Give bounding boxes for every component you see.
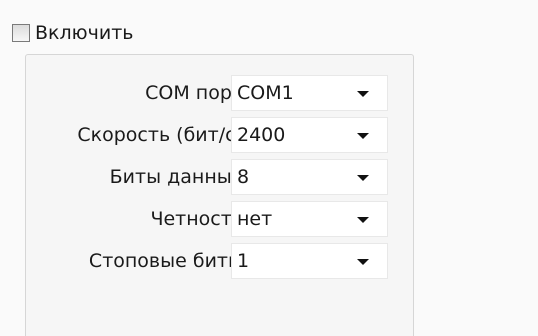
com-port-select[interactable]: COM1	[231, 75, 388, 111]
com-port-label: COM порт	[145, 82, 243, 104]
enable-checkbox[interactable]	[12, 24, 30, 42]
stop-bits-select[interactable]: 1	[231, 243, 388, 279]
data-bits-label: Биты данных	[109, 166, 243, 188]
chevron-down-icon[interactable]	[357, 217, 369, 223]
enable-label[interactable]: Включить	[35, 22, 134, 44]
row-data-bits: Биты данных 8	[26, 159, 413, 195]
row-baud-rate: Скорость (бит/с) 2400	[26, 117, 413, 153]
stop-bits-value: 1	[237, 250, 250, 272]
baud-rate-select[interactable]: 2400	[231, 117, 388, 153]
parity-value: нет	[237, 208, 273, 230]
enable-checkbox-row[interactable]: Включить	[12, 22, 134, 44]
com-port-value: COM1	[237, 82, 294, 104]
row-stop-bits: Стоповые биты 1	[26, 243, 413, 279]
chevron-down-icon[interactable]	[357, 133, 369, 139]
baud-rate-value: 2400	[237, 124, 286, 146]
baud-rate-label: Скорость (бит/с)	[77, 124, 243, 146]
parity-select[interactable]: нет	[231, 201, 388, 237]
parity-label: Четность	[150, 208, 243, 230]
data-bits-select[interactable]: 8	[231, 159, 388, 195]
chevron-down-icon[interactable]	[357, 259, 369, 265]
data-bits-value: 8	[237, 166, 250, 188]
chevron-down-icon[interactable]	[357, 175, 369, 181]
serial-settings-group: COM порт COM1 Скорость (бит/с) 2400 Биты…	[25, 54, 414, 336]
row-parity: Четность нет	[26, 201, 413, 237]
chevron-down-icon[interactable]	[357, 91, 369, 97]
stop-bits-label: Стоповые биты	[88, 250, 243, 272]
row-com-port: COM порт COM1	[26, 75, 413, 111]
